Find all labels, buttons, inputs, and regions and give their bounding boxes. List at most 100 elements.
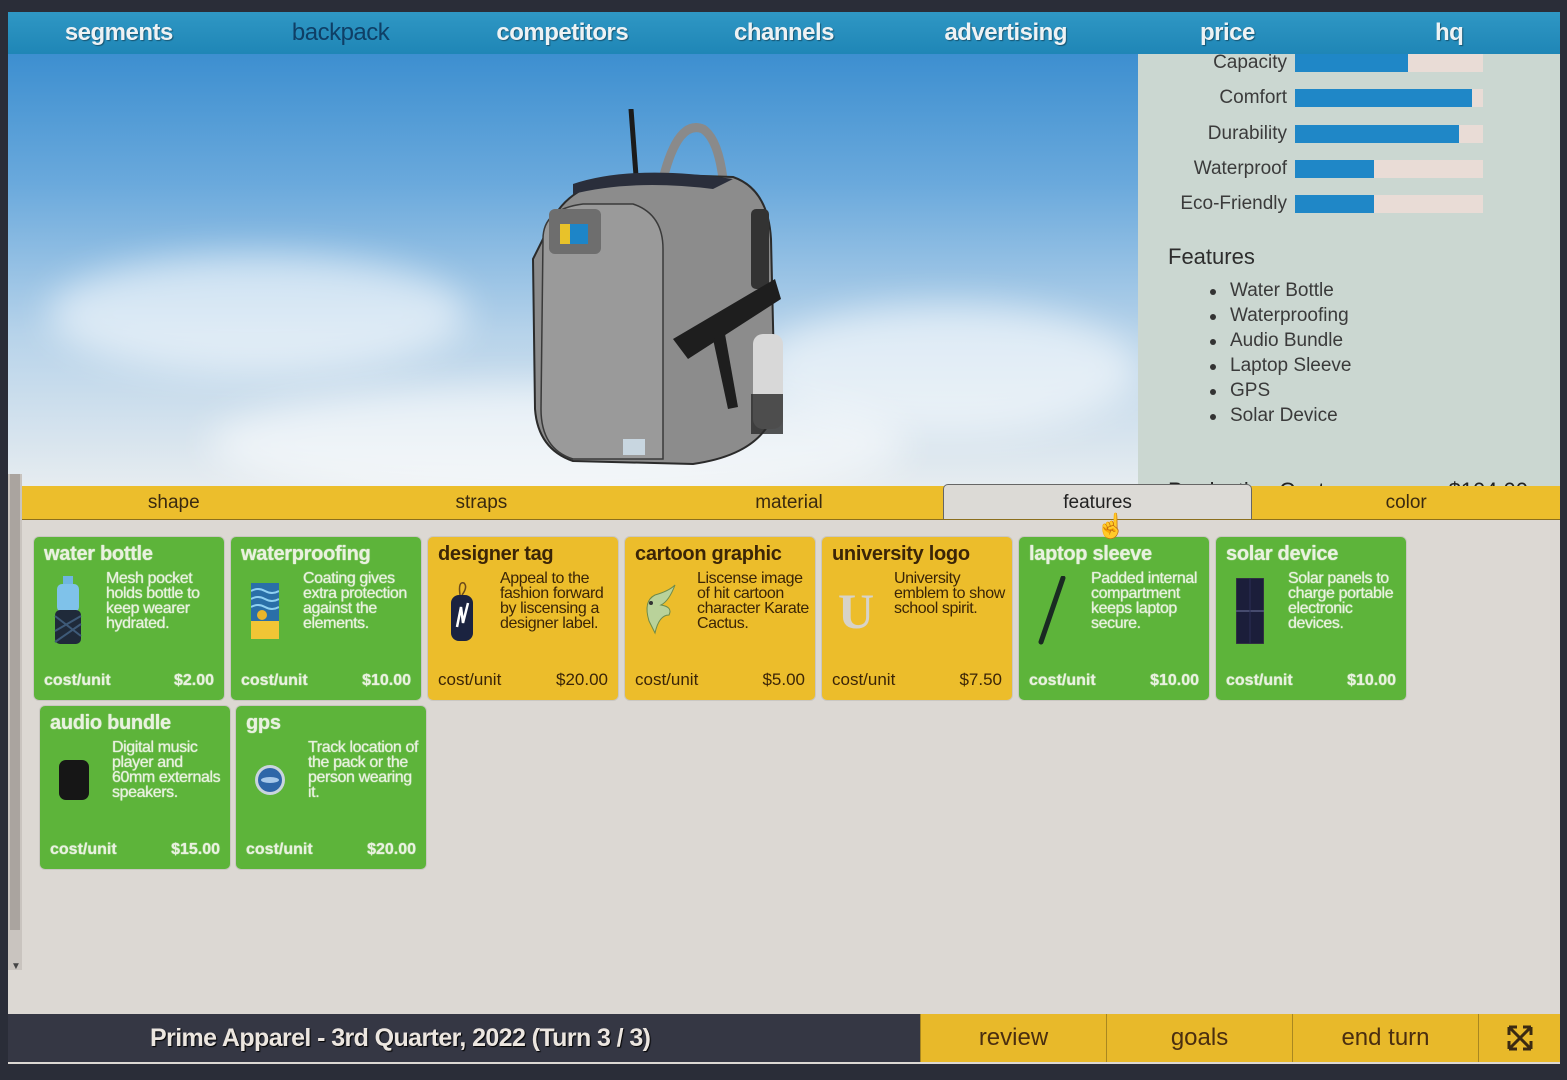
features-list: Water Bottle Waterproofing Audio Bundle … — [1208, 280, 1352, 430]
cost-value: $10.00 — [1150, 672, 1199, 689]
cost-value: $15.00 — [171, 841, 220, 858]
cost-value: $2.00 — [173, 672, 214, 689]
card-cost: cost/unit $15.00 — [50, 841, 220, 859]
feature-card-university-logo[interactable]: university logo U University emblem to s… — [822, 537, 1012, 700]
stat-bar — [1295, 89, 1483, 107]
cost-label: cost/unit — [50, 841, 117, 858]
cost-value: $20.00 — [556, 670, 608, 689]
backpack-model-icon — [531, 109, 783, 466]
card-description: Solar panels to charge portable electron… — [1288, 570, 1394, 632]
card-description: Padded internal compartment keeps laptop… — [1091, 570, 1198, 632]
card-title: designer tag — [438, 543, 554, 565]
card-description: Mesh pocket holds bottle to keep wearer … — [106, 570, 200, 632]
stat-label: Capacity — [1213, 52, 1287, 73]
card-title: solar device — [1226, 543, 1339, 565]
card-description: Digital music player and 60mm externals … — [112, 739, 221, 801]
feature-item: Audio Bundle — [1208, 330, 1352, 355]
tab-shape[interactable]: shape — [20, 486, 328, 519]
review-button[interactable]: review — [920, 1014, 1106, 1062]
cost-value: $7.50 — [959, 670, 1002, 689]
feature-card-cartoon-graphic[interactable]: cartoon graphic Liscense image of hit ca… — [625, 537, 815, 700]
feature-card-waterproofing[interactable]: waterproofing Coating gives extra protec… — [231, 537, 421, 700]
feature-card-laptop-sleeve[interactable]: laptop sleeve Padded internal compartmen… — [1019, 537, 1209, 700]
scrollbar-thumb[interactable] — [10, 474, 20, 930]
game-status: Prime Apparel - 3rd Quarter, 2022 (Turn … — [8, 1014, 920, 1062]
card-cost: cost/unit $10.00 — [241, 672, 411, 690]
card-title: water bottle — [44, 543, 153, 565]
gps-icon — [250, 744, 290, 816]
feature-item: Solar Device — [1208, 405, 1352, 430]
nav-segments[interactable]: segments — [8, 19, 230, 47]
feature-card-water-bottle[interactable]: water bottle Mesh pocket holds bottle to… — [34, 537, 224, 700]
card-description: University emblem to show school spirit. — [894, 570, 1005, 617]
features-heading: Features — [1168, 244, 1255, 269]
end-turn-button[interactable]: end turn — [1292, 1014, 1478, 1062]
card-cost: cost/unit $10.00 — [1226, 672, 1396, 690]
nav-channels[interactable]: channels — [673, 19, 895, 47]
card-cost: cost/unit $5.00 — [635, 670, 805, 690]
cost-label: cost/unit — [246, 841, 313, 858]
feature-card-audio-bundle[interactable]: audio bundle Digital music player and 60… — [40, 706, 230, 869]
solar-panel-icon — [1230, 575, 1270, 647]
laptop-sleeve-icon — [1033, 575, 1073, 647]
cost-value: $20.00 — [367, 841, 416, 858]
card-description: Track location of the pack or the person… — [308, 739, 418, 801]
feature-item: Water Bottle — [1208, 280, 1352, 305]
card-title: audio bundle — [50, 712, 171, 734]
stat-bar-fill — [1295, 195, 1374, 213]
nav-hq[interactable]: hq — [1338, 19, 1560, 47]
fullscreen-icon — [1507, 1025, 1532, 1051]
university-logo-icon: U — [837, 583, 875, 639]
tab-straps[interactable]: straps — [328, 486, 636, 519]
scrollbar[interactable]: ▼ — [8, 474, 22, 972]
scroll-down-arrow-icon[interactable]: ▼ — [11, 961, 21, 972]
cost-label: cost/unit — [1226, 672, 1293, 689]
stat-bar-fill — [1295, 125, 1459, 143]
stat-eco-friendly: Eco-Friendly — [1138, 192, 1483, 216]
feature-item: Laptop Sleeve — [1208, 355, 1352, 380]
speaker-icon — [54, 744, 94, 816]
stat-capacity: Capacity — [1138, 51, 1483, 75]
nav-price[interactable]: price — [1117, 19, 1339, 47]
card-cost: cost/unit $20.00 — [438, 670, 608, 690]
stat-comfort: Comfort — [1138, 86, 1483, 110]
stat-bar-fill — [1295, 54, 1408, 72]
stat-bar — [1295, 195, 1483, 213]
card-cost: cost/unit $20.00 — [246, 841, 416, 859]
bottom-bar: Prime Apparel - 3rd Quarter, 2022 (Turn … — [8, 1014, 1560, 1062]
card-title: university logo — [832, 543, 970, 565]
stat-bar-fill — [1295, 160, 1374, 178]
goals-button[interactable]: goals — [1106, 1014, 1292, 1062]
cactus-icon — [639, 575, 679, 647]
cost-label: cost/unit — [438, 670, 502, 689]
nav-advertising[interactable]: advertising — [895, 19, 1117, 47]
stat-label: Waterproof — [1193, 158, 1287, 179]
stat-bar-fill — [1295, 89, 1472, 107]
tab-color[interactable]: color — [1252, 486, 1560, 519]
card-title: cartoon graphic — [635, 543, 782, 565]
feature-item: Waterproofing — [1208, 305, 1352, 330]
fullscreen-button[interactable] — [1478, 1014, 1560, 1062]
cost-label: cost/unit — [241, 672, 308, 689]
card-title: waterproofing — [241, 543, 371, 565]
cost-label: cost/unit — [44, 672, 111, 689]
tab-material[interactable]: material — [635, 486, 943, 519]
top-nav: segments backpack competitors channels a… — [8, 12, 1560, 54]
feature-card-gps[interactable]: gps Track location of the pack or the pe… — [236, 706, 426, 869]
waterproofing-icon — [245, 575, 285, 647]
hand-cursor-icon: ☝ — [1096, 513, 1126, 540]
stat-bar — [1295, 160, 1483, 178]
stat-label: Comfort — [1219, 87, 1287, 108]
card-description: Coating gives extra protection against t… — [303, 570, 407, 632]
designer-tag-icon — [442, 575, 482, 647]
stat-bar — [1295, 125, 1483, 143]
feature-card-solar-device[interactable]: solar device Solar panels to charge port… — [1216, 537, 1406, 700]
game-screen: segments backpack competitors channels a… — [8, 12, 1560, 1064]
cloud — [48, 254, 468, 374]
cost-label: cost/unit — [1029, 672, 1096, 689]
feature-card-designer-tag[interactable]: designer tag Appeal to the fashion forwa… — [428, 537, 618, 700]
feature-item: GPS — [1208, 380, 1352, 405]
nav-competitors[interactable]: competitors — [451, 19, 673, 47]
card-description: Appeal to the fashion forward by liscens… — [500, 570, 604, 632]
nav-backpack[interactable]: backpack — [230, 19, 452, 47]
